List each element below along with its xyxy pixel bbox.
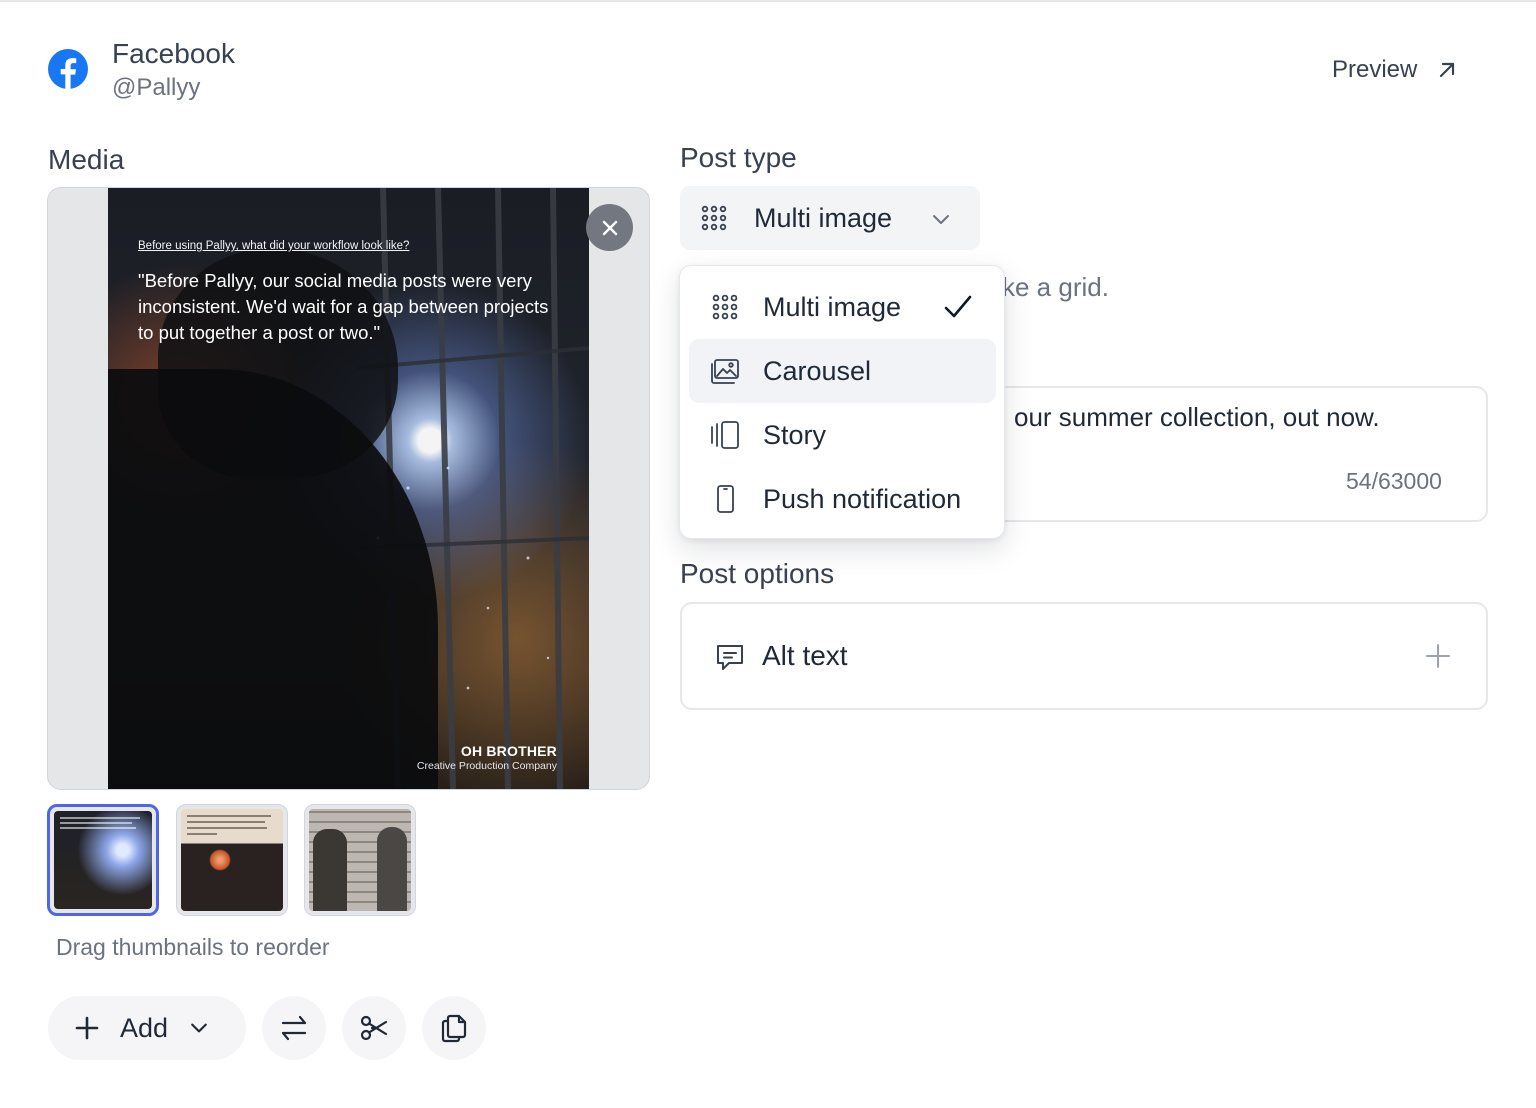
option-label: Multi image (763, 291, 902, 322)
phone-icon (717, 485, 734, 513)
post-options-label: Post options (680, 558, 835, 589)
add-media-button[interactable]: Add (48, 996, 246, 1060)
option-label: Story (763, 419, 827, 450)
crop-media-button[interactable] (342, 996, 406, 1060)
thumbnail-text-line (60, 827, 136, 829)
checkmark-icon (944, 295, 972, 318)
post-type-option-story[interactable]: Story (689, 403, 996, 467)
post-type-hint-text: ke a grid. (1002, 272, 1109, 302)
caption-text: our summer collection, out now. (1014, 402, 1380, 432)
thumbnail-1-image (54, 811, 152, 909)
thumbnail-3-image (309, 809, 411, 911)
chevron-down-icon (933, 215, 949, 224)
thumbnail-2-image (181, 809, 283, 911)
main-media-image: Before using Pallyy, what did your workf… (108, 188, 589, 789)
preview-button[interactable]: Preview (1318, 50, 1473, 90)
image-brand-tagline: Creative Production Company (416, 760, 557, 772)
preview-label: Preview (1332, 56, 1418, 83)
copy-icon (441, 1014, 467, 1043)
thumbnail-text-line (60, 817, 140, 819)
post-type-select[interactable]: Multi image (680, 186, 980, 250)
chevron-down-icon (191, 1023, 207, 1033)
story-icon (711, 421, 739, 449)
thumbnail-text-line (187, 833, 217, 835)
image-question-text: Before using Pallyy, what did your workf… (138, 240, 410, 252)
drag-hint-text: Drag thumbnails to reorder (56, 934, 330, 960)
facebook-logo-icon (48, 49, 88, 89)
thumbnail-2[interactable] (176, 804, 288, 916)
post-type-option-push-notification[interactable]: Push notification (689, 467, 996, 531)
grid-icon (701, 205, 727, 231)
account-handle: @Pallyy (112, 74, 201, 101)
plus-icon (75, 1016, 99, 1040)
image-quote-text: "Before Pallyy, our social media posts w… (138, 270, 549, 343)
post-type-label: Post type (680, 142, 797, 173)
caption-char-count: 54/63000 (1346, 468, 1442, 494)
swap-icon (281, 1015, 307, 1041)
swap-media-button[interactable] (262, 996, 326, 1060)
post-type-option-multi-image[interactable]: Multi image (689, 275, 996, 339)
plus-icon[interactable] (1424, 642, 1452, 670)
post-type-option-carousel[interactable]: Carousel (689, 339, 996, 403)
thumbnail-text-line (187, 815, 271, 817)
alt-text-label: Alt text (762, 640, 848, 671)
duplicate-media-button[interactable] (422, 996, 486, 1060)
add-media-label: Add (120, 1012, 169, 1043)
top-divider (0, 0, 1536, 2)
close-icon (602, 220, 617, 235)
thumbnail-text-line (60, 822, 132, 824)
images-icon (711, 359, 739, 384)
post-type-selected-value: Multi image (754, 202, 893, 233)
arrow-up-right-icon (1440, 62, 1455, 78)
image-brand-name: OH BROTHER (460, 743, 557, 759)
post-type-dropdown-menu: Multi image Carousel Story Push notifica… (679, 265, 1005, 539)
message-icon (717, 645, 743, 670)
account-network-name: Facebook (112, 38, 235, 69)
thumbnail-text-line (187, 821, 265, 823)
thumbnail-3[interactable] (304, 804, 416, 916)
remove-media-button[interactable] (586, 204, 633, 251)
option-label: Push notification (763, 483, 962, 514)
thumbnail-text-line (187, 827, 267, 829)
scissors-icon (360, 1015, 388, 1041)
media-section-label: Media (48, 144, 125, 175)
media-preview: Before using Pallyy, what did your workf… (47, 187, 650, 790)
grid-icon (712, 294, 738, 320)
option-label: Carousel (763, 355, 872, 386)
thumbnail-1[interactable] (47, 804, 159, 916)
